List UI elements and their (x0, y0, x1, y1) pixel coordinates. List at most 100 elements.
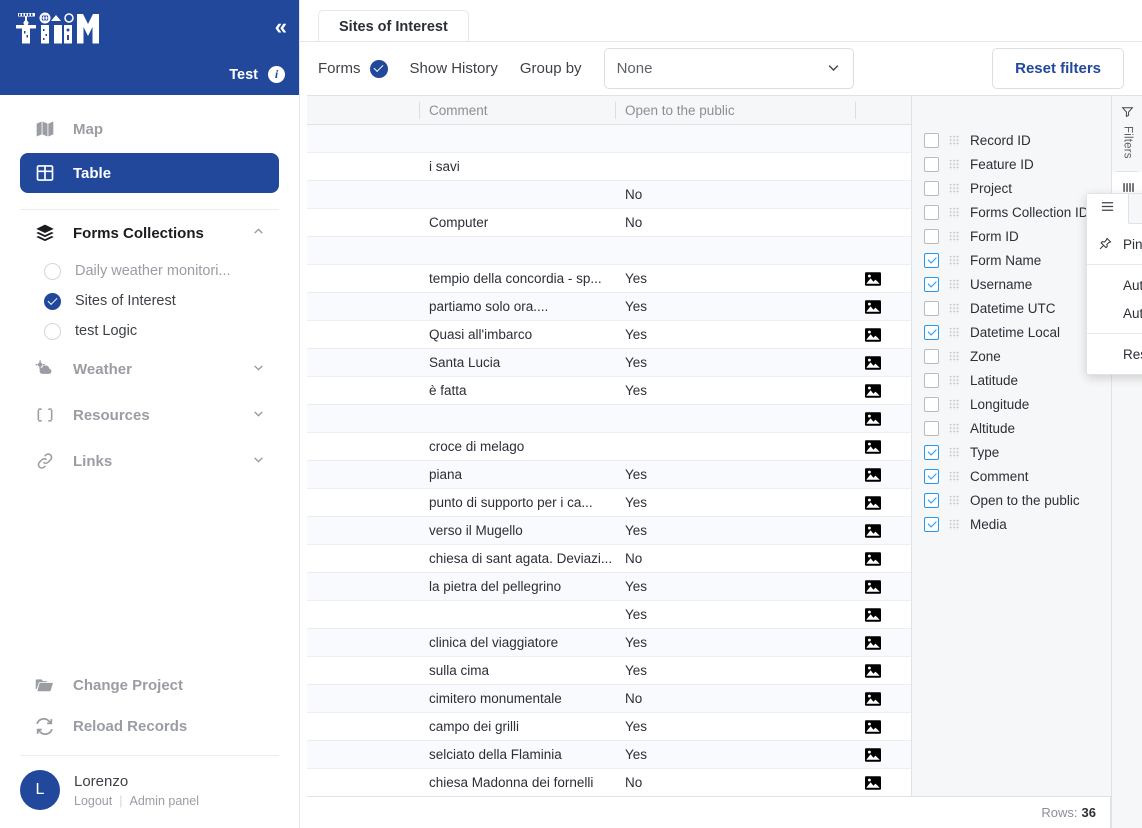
menu-item-pin-column[interactable]: Pin Column (1087, 230, 1142, 258)
section-header-resources[interactable]: Resources (20, 392, 279, 438)
checkbox-unchecked-icon[interactable] (924, 204, 939, 220)
collection-item-sites-of-interest[interactable]: Sites of Interest (20, 286, 279, 316)
checkbox-unchecked-icon[interactable] (924, 156, 939, 172)
column-toggle-form-name[interactable]: Form Name (912, 248, 1111, 272)
logout-link[interactable]: Logout (74, 794, 112, 808)
drag-handle-icon[interactable] (949, 374, 960, 386)
drag-handle-icon[interactable] (949, 494, 960, 506)
chevron-down-icon (252, 361, 265, 377)
checkbox-checked-icon[interactable] (924, 468, 939, 484)
cell-comment: chiesa di sant agata. Deviazi... (429, 551, 613, 566)
column-toggle-record-id[interactable]: Record ID (912, 128, 1111, 152)
sidebar-item-map[interactable]: Map (20, 109, 279, 149)
context-tab-filter[interactable] (1129, 194, 1142, 223)
cell-gutter (307, 433, 419, 460)
checkbox-checked-icon[interactable] (924, 492, 939, 508)
drag-handle-icon[interactable] (949, 470, 960, 482)
checkbox-checked-icon[interactable] (924, 276, 939, 292)
menu-item-autosize-this-column[interactable]: Autosize This Column (1087, 271, 1142, 299)
drag-handle-icon[interactable] (949, 422, 960, 434)
drag-handle-icon[interactable] (949, 518, 960, 530)
collection-item-daily-weather-monitoring[interactable]: Daily weather monitori... (20, 256, 279, 286)
column-toggle-form-id[interactable]: Form ID (912, 224, 1111, 248)
drag-handle-icon[interactable] (949, 182, 960, 194)
column-toggle-open-to-the-public[interactable]: Open to the public (912, 488, 1111, 512)
column-toggle-datetime-utc[interactable]: Datetime UTC (912, 296, 1111, 320)
drag-handle-icon[interactable] (949, 254, 960, 266)
drag-handle-icon[interactable] (949, 206, 960, 218)
show-history-label: Show History (409, 60, 498, 77)
checkbox-checked-icon[interactable] (924, 516, 939, 532)
tool-tab-filters[interactable]: Filters (1112, 96, 1142, 171)
cell-gutter (307, 293, 419, 320)
sidebar-item-table[interactable]: Table (20, 153, 279, 193)
column-header-comment[interactable]: Comment (419, 96, 615, 125)
drag-handle-icon[interactable] (949, 278, 960, 290)
context-tab-general[interactable] (1087, 194, 1129, 224)
image-icon (865, 355, 881, 370)
column-toggle-type[interactable]: Type (912, 440, 1111, 464)
drag-handle-icon[interactable] (949, 302, 960, 314)
link-icon (34, 451, 55, 472)
forms-toggle[interactable]: Forms (318, 59, 388, 78)
checkbox-unchecked-icon[interactable] (924, 372, 939, 388)
menu-item-reset-columns[interactable]: Reset Columns (1087, 340, 1142, 368)
checkbox-unchecked-icon[interactable] (924, 228, 939, 244)
cell-gutter (307, 517, 419, 544)
drag-handle-icon[interactable] (949, 158, 960, 170)
column-toggle-altitude[interactable]: Altitude (912, 416, 1111, 440)
cell-open-to-the-public: Yes (625, 719, 648, 734)
avatar[interactable]: L (20, 770, 60, 810)
cell-gutter (307, 181, 419, 208)
column-toggle-feature-id[interactable]: Feature ID (912, 152, 1111, 176)
checkbox-checked-icon[interactable] (924, 252, 939, 268)
column-toggle-project[interactable]: Project (912, 176, 1111, 200)
check-circle-icon (369, 59, 388, 78)
info-icon[interactable]: i (268, 66, 285, 83)
cell-comment: croce di melago (429, 439, 525, 454)
collection-item-test-logic[interactable]: test Logic (20, 316, 279, 346)
group-by-select[interactable]: None (603, 48, 854, 89)
collapse-sidebar-button[interactable]: « (275, 16, 287, 38)
column-toggle-username[interactable]: Username (912, 272, 1111, 296)
drag-handle-icon[interactable] (949, 134, 960, 146)
checkbox-checked-icon[interactable] (924, 324, 939, 340)
column-toggle-longitude[interactable]: Longitude (912, 392, 1111, 416)
filter-icon (1121, 105, 1134, 121)
reset-filters-button[interactable]: Reset filters (992, 48, 1124, 89)
column-header-gutter[interactable] (307, 96, 419, 125)
checkbox-unchecked-icon[interactable] (924, 396, 939, 412)
column-toggle-forms-collection-id[interactable]: Forms Collection ID (912, 200, 1111, 224)
checkbox-unchecked-icon[interactable] (924, 348, 939, 364)
checkbox-unchecked-icon[interactable] (924, 420, 939, 436)
checkbox-checked-icon[interactable] (924, 444, 939, 460)
checkbox-unchecked-icon[interactable] (924, 132, 939, 148)
section-header-forms-collections[interactable]: Forms Collections (20, 210, 279, 256)
drag-handle-icon[interactable] (949, 446, 960, 458)
tab-sites-of-interest[interactable]: Sites of Interest (318, 10, 469, 42)
checkbox-unchecked-icon[interactable] (924, 300, 939, 316)
column-header-open-to-the-public[interactable]: Open to the public (615, 96, 855, 125)
show-history-button[interactable]: Show History (410, 60, 498, 77)
column-toggle-latitude[interactable]: Latitude (912, 368, 1111, 392)
column-toggle-comment[interactable]: Comment (912, 464, 1111, 488)
column-toggle-zone[interactable]: Zone (912, 344, 1111, 368)
checkbox-unchecked-icon[interactable] (924, 180, 939, 196)
column-toggle-media[interactable]: Media (912, 512, 1111, 536)
reload-records-button[interactable]: Reload Records (20, 706, 279, 747)
section-label: Forms Collections (73, 224, 204, 242)
menu-item-autosize-all-columns[interactable]: Autosize All Columns (1087, 299, 1142, 327)
change-project-button[interactable]: Change Project (20, 665, 279, 706)
section-header-weather[interactable]: Weather (20, 346, 279, 392)
drag-handle-icon[interactable] (949, 350, 960, 362)
admin-panel-link[interactable]: Admin panel (129, 794, 199, 808)
drag-handle-icon[interactable] (949, 326, 960, 338)
drag-handle-icon[interactable] (949, 230, 960, 242)
column-toggle-datetime-local[interactable]: Datetime Local (912, 320, 1111, 344)
data-grid: Comment Open to the public i savi No Compu… (307, 95, 1142, 828)
drag-handle-icon[interactable] (949, 398, 960, 410)
section-header-links[interactable]: Links (20, 438, 279, 484)
image-icon (865, 327, 881, 342)
sidebar-section-weather: Weather (0, 346, 299, 392)
